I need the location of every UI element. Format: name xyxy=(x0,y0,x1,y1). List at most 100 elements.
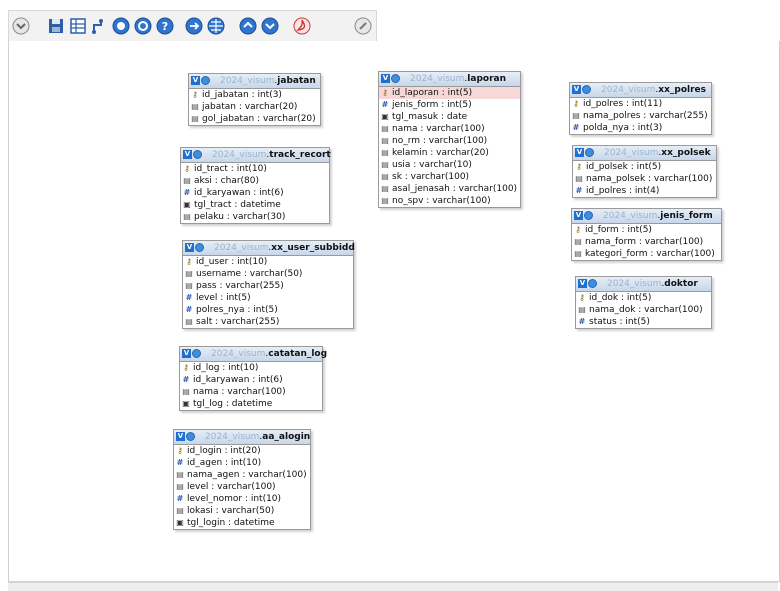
column-row[interactable]: ▤ sk : varchar(100) xyxy=(379,171,520,183)
table-jabatan[interactable]: V 2024_visum.jabatan ⚷ id_jabatan : int(3) ▤… xyxy=(188,73,321,126)
column-row[interactable]: ▤ lokasi : varchar(50) xyxy=(174,505,310,517)
table-laporan[interactable]: V 2024_visum.laporan ⚷ id_laporan : int(5) #… xyxy=(378,71,521,208)
table-doktor[interactable]: V 2024_visum.doktor ⚷ id_dok : int(5) ▤ nama_… xyxy=(575,276,712,329)
table-info-icon[interactable] xyxy=(193,150,202,159)
floppy-disk-icon[interactable] xyxy=(46,16,66,36)
toggle-columns-icon[interactable]: V xyxy=(574,211,583,220)
expand-icon[interactable] xyxy=(238,16,258,36)
column-row[interactable]: ⚷ id_log : int(10) xyxy=(180,362,322,374)
relation-icon[interactable] xyxy=(184,16,204,36)
table-header[interactable]: V 2024_visum.jenis_form xyxy=(572,209,721,224)
toggle-columns-icon[interactable]: V xyxy=(572,85,581,94)
angle-link-icon[interactable] xyxy=(89,16,109,36)
table-header[interactable]: V 2024_visum.catatan_log xyxy=(180,347,327,362)
table-icon[interactable] xyxy=(68,16,88,36)
table-header[interactable]: V 2024_visum.aa_alogin xyxy=(174,430,310,445)
column-row[interactable]: ⚷ id_tract : int(10) xyxy=(181,163,329,175)
column-row[interactable]: ▤ nama_agen : varchar(100) xyxy=(174,469,310,481)
table-aa-alogin[interactable]: V 2024_visum.aa_alogin ⚷ id_login : int(20)… xyxy=(173,429,311,530)
toggle-columns-icon[interactable]: V xyxy=(191,76,200,85)
toggle-columns-icon[interactable]: V xyxy=(381,74,390,83)
table-info-icon[interactable] xyxy=(195,243,204,252)
column-row[interactable]: ▣ tgl_log : datetime xyxy=(180,398,322,410)
toggle-columns-icon[interactable]: V xyxy=(575,148,584,157)
column-row[interactable]: ▤ nama_dok : varchar(100) xyxy=(576,304,711,316)
collapse-icon[interactable] xyxy=(260,16,280,36)
table-info-icon[interactable] xyxy=(585,148,594,157)
column-row[interactable]: ▣ tgl_tract : datetime xyxy=(181,199,329,211)
column-row[interactable]: ▤ username : varchar(50) xyxy=(183,268,353,280)
table-header[interactable]: V 2024_visum.doktor xyxy=(576,277,711,292)
column-row[interactable]: ⚷ id_jabatan : int(3) xyxy=(189,89,320,101)
table-xx-polres[interactable]: V 2024_visum.xx_polres ⚷ id_polres : int(11… xyxy=(569,82,712,135)
column-row[interactable]: ▤ kategori_form : varchar(100) xyxy=(572,248,721,260)
column-row[interactable]: ▤ jabatan : varchar(20) xyxy=(189,101,320,113)
column-row[interactable]: ⚷ id_polres : int(11) xyxy=(570,98,711,110)
table-header[interactable]: V 2024_visum.xx_polres xyxy=(570,83,711,98)
toggle-columns-icon[interactable]: V xyxy=(185,243,194,252)
column-row[interactable]: ⚷ id_laporan : int(5) xyxy=(379,87,520,99)
column-row[interactable]: ▣ tgl_login : datetime xyxy=(174,517,310,529)
column-row[interactable]: ▤ level : varchar(100) xyxy=(174,481,310,493)
table-header[interactable]: V 2024_visum.laporan xyxy=(379,72,520,87)
toggle-columns-icon[interactable]: V xyxy=(176,432,185,441)
table-track-recort[interactable]: V 2024_visum.track_recort ⚷ id_tract : int(… xyxy=(180,147,331,224)
column-row[interactable]: # id_karyawan : int(6) xyxy=(180,374,322,386)
table-header[interactable]: V 2024_visum.track_recort xyxy=(181,148,331,163)
column-row[interactable]: ▤ no_rm : varchar(100) xyxy=(379,135,520,147)
column-row[interactable]: # level : int(5) xyxy=(183,292,353,304)
column-row[interactable]: ▤ pelaku : varchar(30) xyxy=(181,211,329,223)
table-catatan-log[interactable]: V 2024_visum.catatan_log ⚷ id_log : int(10)… xyxy=(179,346,327,411)
column-row[interactable]: ▤ pass : varchar(255) xyxy=(183,280,353,292)
column-row[interactable]: # id_polres : int(4) xyxy=(573,185,716,197)
column-row[interactable]: ⚷ id_user : int(10) xyxy=(183,256,353,268)
column-row[interactable]: ▣ tgl_masuk : date xyxy=(379,111,520,123)
table-jenis-form[interactable]: V 2024_visum.jenis_form ⚷ id_form : int(5) ▤… xyxy=(571,208,722,261)
column-row[interactable]: ⚷ id_dok : int(5) xyxy=(576,292,711,304)
column-row[interactable]: ⚷ id_login : int(20) xyxy=(174,445,310,457)
table-header[interactable]: V 2024_visum.xx_polsek xyxy=(573,146,716,161)
column-row[interactable]: ▤ salt : varchar(255) xyxy=(183,316,353,328)
table-info-icon[interactable] xyxy=(186,432,195,441)
table-xx-polsek[interactable]: V 2024_visum.xx_polsek ⚷ id_polsek : int(5)… xyxy=(572,145,717,198)
pdf-icon[interactable] xyxy=(292,16,312,36)
table-header[interactable]: V 2024_visum.jabatan xyxy=(189,74,320,89)
column-row[interactable]: # jenis_form : int(5) xyxy=(379,99,520,111)
column-row[interactable]: ▤ usia : varchar(10) xyxy=(379,159,520,171)
column-row[interactable]: # status : int(5) xyxy=(576,316,711,328)
column-row[interactable]: ▤ nama_form : varchar(100) xyxy=(572,236,721,248)
column-row[interactable]: ▤ nama_polsek : varchar(100) xyxy=(573,173,716,185)
table-info-icon[interactable] xyxy=(582,85,591,94)
column-row[interactable]: ▤ no_spv : varchar(100) xyxy=(379,195,520,207)
column-row[interactable]: ▤ asal_jenasah : varchar(100) xyxy=(379,183,520,195)
toggle-columns-icon[interactable]: V xyxy=(183,150,192,159)
help-icon[interactable]: ? xyxy=(155,16,175,36)
column-row[interactable]: ▤ nama : varchar(100) xyxy=(379,123,520,135)
toggle-columns-icon[interactable]: V xyxy=(182,349,191,358)
column-row[interactable]: ▤ aksi : char(80) xyxy=(181,175,329,187)
column-row[interactable]: ▤ kelamin : varchar(20) xyxy=(379,147,520,159)
table-info-icon[interactable] xyxy=(201,76,210,85)
table-info-icon[interactable] xyxy=(391,74,400,83)
column-row[interactable]: # polda_nya : int(3) xyxy=(570,122,711,134)
column-row[interactable]: ▤ nama_polres : varchar(255) xyxy=(570,110,711,122)
column-row[interactable]: # id_karyawan : int(6) xyxy=(181,187,329,199)
close-circle-icon[interactable] xyxy=(353,16,373,36)
toggle-columns-icon[interactable]: V xyxy=(578,279,587,288)
column-row[interactable]: ⚷ id_form : int(5) xyxy=(572,224,721,236)
column-row[interactable]: ▤ gol_jabatan : varchar(20) xyxy=(189,113,320,125)
table-info-icon[interactable] xyxy=(192,349,201,358)
column-row[interactable]: # level_nomor : int(10) xyxy=(174,493,310,505)
zoom-out-icon[interactable] xyxy=(133,16,153,36)
column-row[interactable]: # id_agen : int(10) xyxy=(174,457,310,469)
grid-icon[interactable] xyxy=(206,16,226,36)
chevron-circle-icon[interactable] xyxy=(11,16,31,36)
column-row[interactable]: ▤ nama : varchar(100) xyxy=(180,386,322,398)
table-xx-user-subbidd[interactable]: V 2024_visum.xx_user_subbidd ⚷ id_user : in… xyxy=(182,240,355,329)
column-row[interactable]: # polres_nya : int(5) xyxy=(183,304,353,316)
table-header[interactable]: V 2024_visum.xx_user_subbidd xyxy=(183,241,355,256)
table-info-icon[interactable] xyxy=(588,279,597,288)
table-info-icon[interactable] xyxy=(584,211,593,220)
zoom-in-icon[interactable] xyxy=(111,16,131,36)
column-row[interactable]: ⚷ id_polsek : int(5) xyxy=(573,161,716,173)
